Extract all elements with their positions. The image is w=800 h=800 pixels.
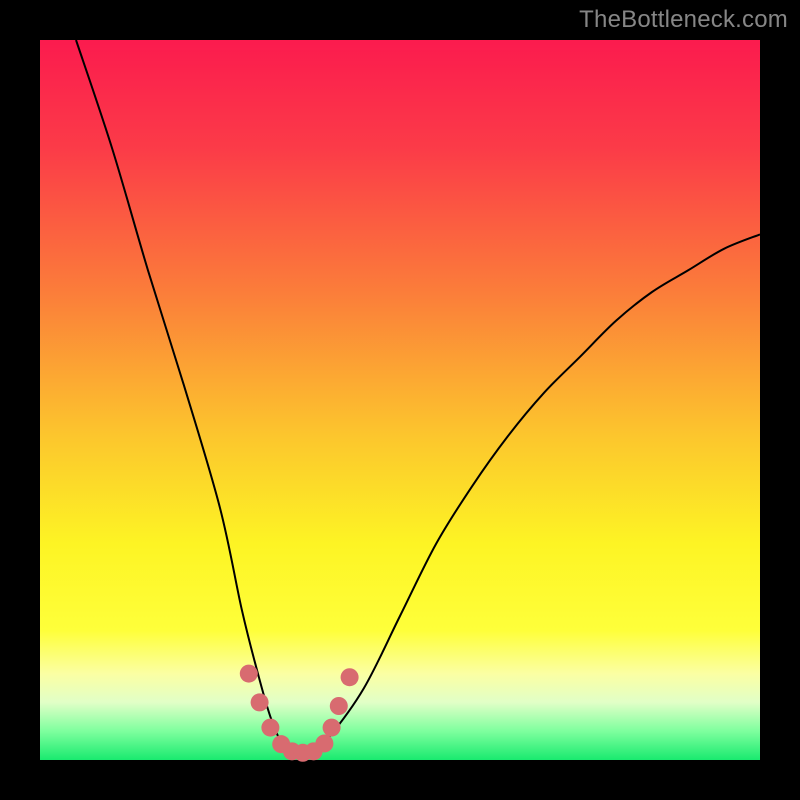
chart-frame: TheBottleneck.com [0, 0, 800, 800]
optimal-marker [251, 693, 269, 711]
chart-svg [40, 40, 760, 760]
optimal-marker [330, 697, 348, 715]
watermark-text: TheBottleneck.com [579, 6, 788, 34]
optimal-marker [240, 665, 258, 683]
optimal-range-markers [240, 665, 359, 762]
optimal-marker [341, 668, 359, 686]
bottleneck-curve [76, 40, 760, 753]
optimal-marker [315, 734, 333, 752]
optimal-marker [261, 719, 279, 737]
optimal-marker [323, 719, 341, 737]
